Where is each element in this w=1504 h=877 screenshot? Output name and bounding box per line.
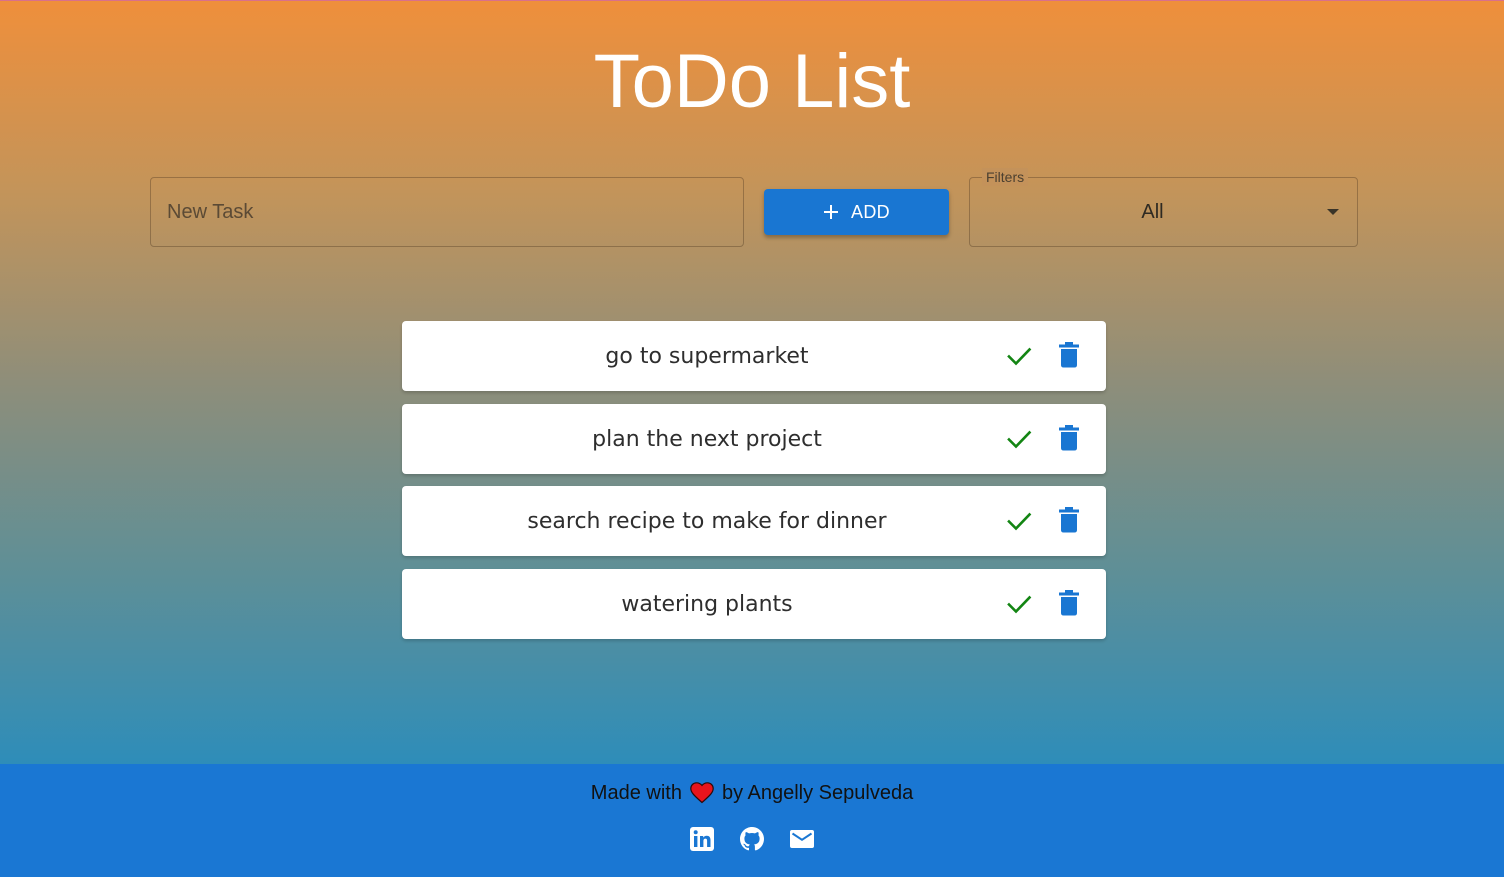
add-button-label: ADD xyxy=(851,201,890,222)
task-text: go to supermarket xyxy=(605,344,809,369)
task-text: search recipe to make for dinner xyxy=(527,509,887,534)
trash-icon[interactable] xyxy=(1058,342,1080,368)
page-title: ToDo List xyxy=(593,39,911,124)
task-text: watering plants xyxy=(621,591,793,617)
github-icon[interactable] xyxy=(739,826,765,852)
add-task-button[interactable]: ADD xyxy=(764,189,949,235)
heart-icon xyxy=(690,782,714,804)
check-icon[interactable] xyxy=(1006,591,1032,617)
new-task-input[interactable] xyxy=(150,177,744,247)
check-icon[interactable] xyxy=(1006,508,1032,534)
footer-credit: Made with by Angelly Sepulveda xyxy=(0,780,1504,806)
task-item: watering plants xyxy=(402,568,1106,639)
task-text: plan the next project xyxy=(592,426,822,452)
trash-icon[interactable] xyxy=(1058,507,1080,533)
task-item: plan the next project xyxy=(402,403,1106,474)
social-links xyxy=(0,826,1504,852)
app-background: ToDo List ADD Filters All go to supermar… xyxy=(0,0,1504,764)
author-text: by Angelly Sepulveda xyxy=(721,782,914,804)
trash-icon[interactable] xyxy=(1058,424,1080,451)
plus-icon xyxy=(824,205,839,219)
check-icon[interactable] xyxy=(1006,426,1032,452)
filters-selected-value: All xyxy=(1141,201,1164,223)
filters-select[interactable]: Filters All xyxy=(969,168,1358,247)
task-item: go to supermarket xyxy=(402,321,1106,391)
linkedin-icon[interactable] xyxy=(689,826,715,852)
task-list: go to supermarket plan the next project xyxy=(402,321,1106,651)
chevron-down-icon xyxy=(1327,209,1339,215)
email-icon[interactable] xyxy=(789,826,815,852)
made-with-text: Made with xyxy=(590,782,682,804)
task-item: search recipe to make for dinner xyxy=(402,486,1106,556)
check-icon[interactable] xyxy=(1006,343,1032,369)
trash-icon[interactable] xyxy=(1058,589,1080,616)
